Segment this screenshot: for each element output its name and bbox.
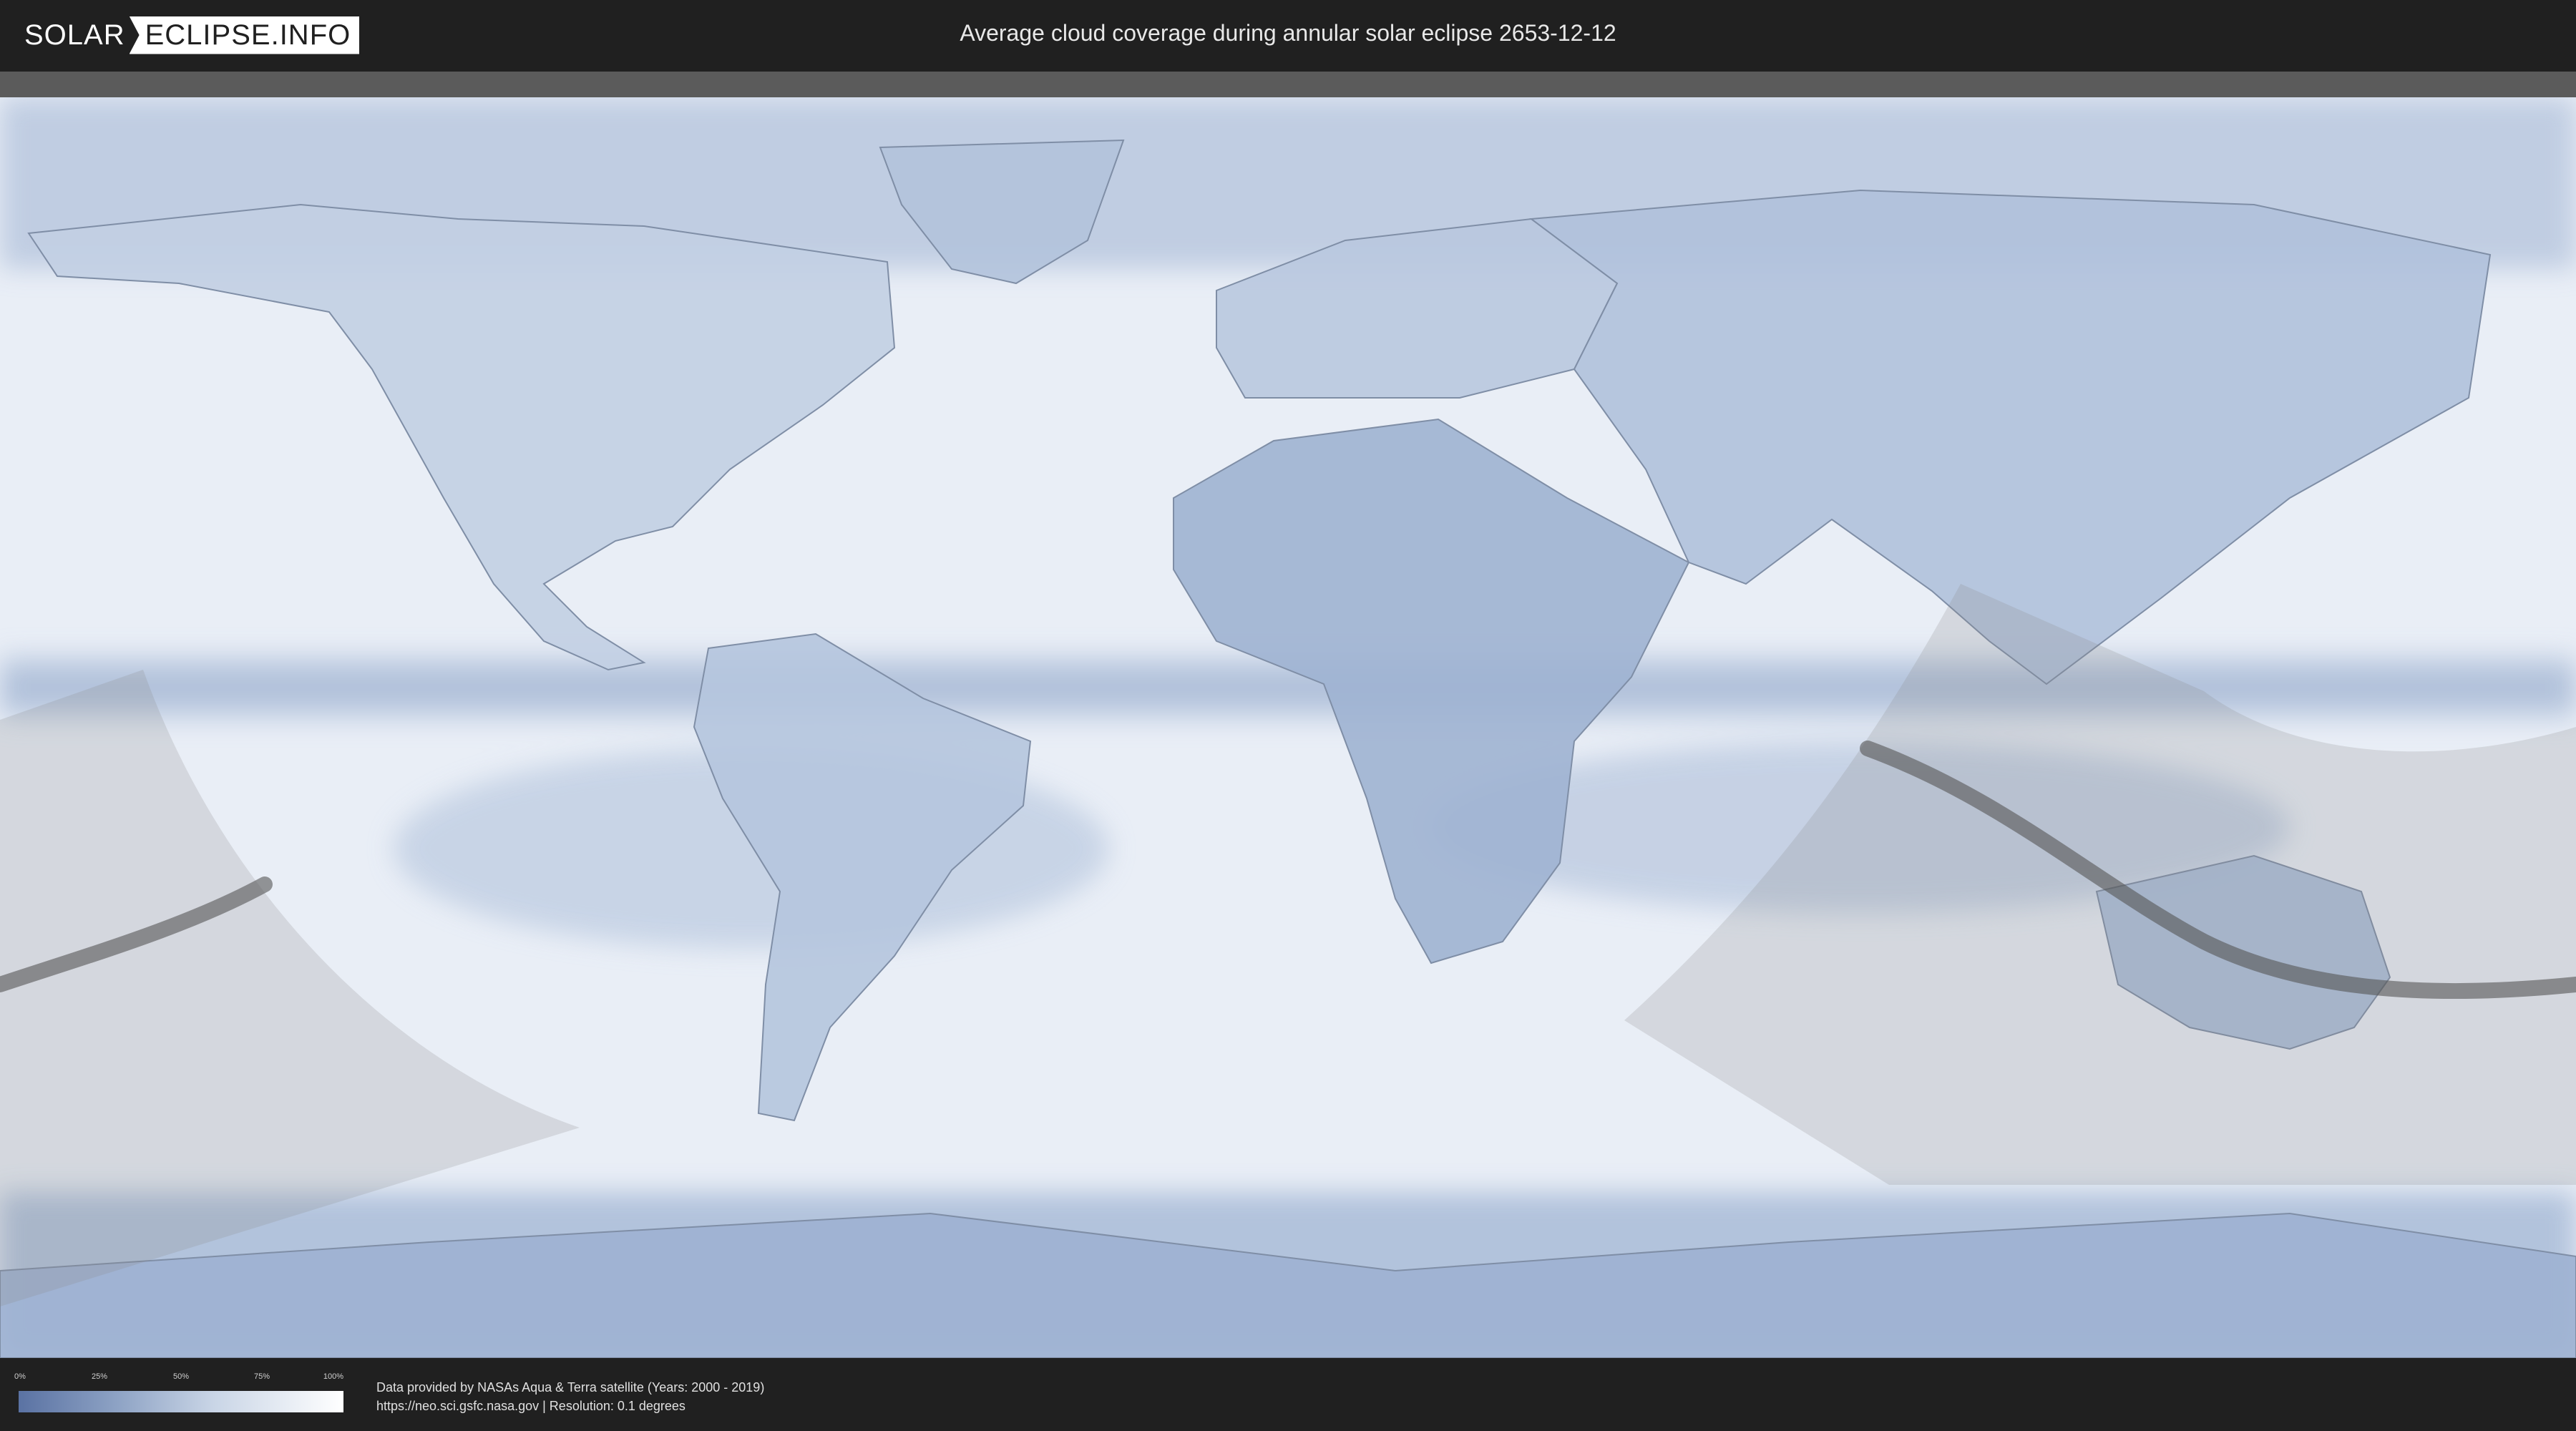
credits-line-source: Data provided by NASAs Aqua & Terra sate… — [376, 1380, 765, 1395]
cloud-coverage-map — [0, 97, 2576, 1358]
legend-tick-100: 100% — [323, 1372, 344, 1381]
legend-tick-75: 75% — [253, 1372, 270, 1381]
data-credits: Data provided by NASAs Aqua & Terra sate… — [376, 1378, 764, 1415]
legend-tick-0: 0% — [14, 1372, 26, 1381]
footer-bar: 0% 25% 50% 75% 100% Data provided by NAS… — [0, 1358, 2576, 1431]
map-canvas — [0, 97, 2576, 1358]
credits-line-url[interactable]: https://neo.sci.gsfc.nasa.gov | Resoluti… — [376, 1397, 764, 1415]
separator-strip — [0, 72, 2576, 97]
cloud-coverage-legend: 0% 25% 50% 75% 100% — [14, 1372, 344, 1415]
page-title: Average cloud coverage during annular so… — [960, 20, 1616, 46]
legend-ticks: 0% 25% 50% 75% 100% — [14, 1372, 344, 1387]
legend-tick-50: 50% — [172, 1372, 190, 1381]
header-bar: SOLAR ECLIPSE.INFO Average cloud coverag… — [0, 0, 2576, 72]
legend-color-bar — [19, 1391, 343, 1412]
legend-tick-25: 25% — [91, 1372, 108, 1381]
